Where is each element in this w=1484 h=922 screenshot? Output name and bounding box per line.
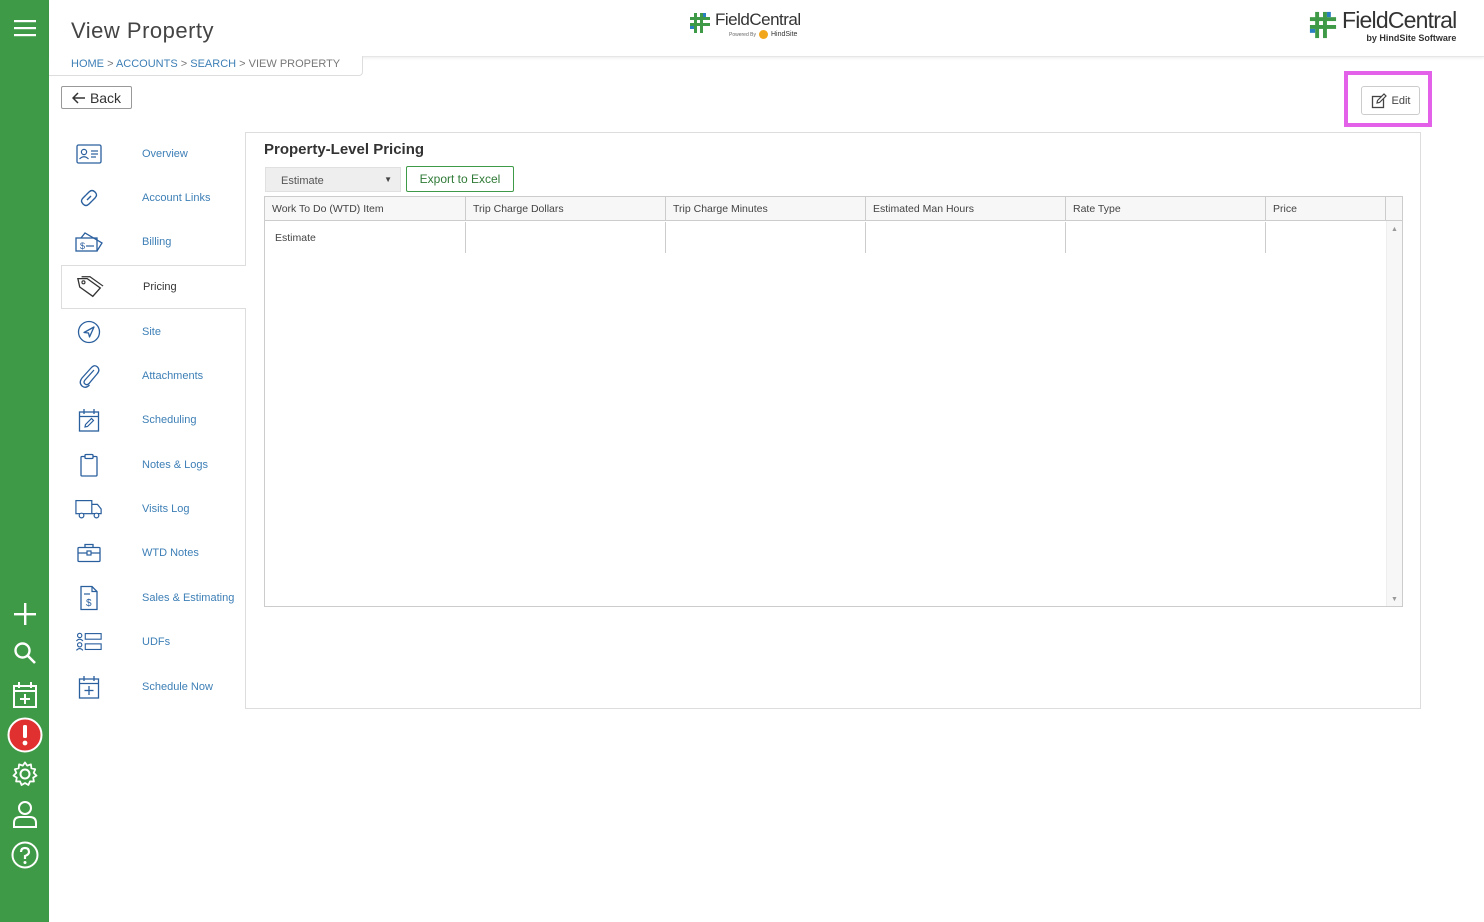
page-title: View Property: [71, 18, 215, 43]
nav-label: Schedule Now: [142, 681, 213, 693]
top-bar: View Property FieldCentral Powered By Hi…: [49, 0, 1484, 57]
logo-center-name: FieldCentral: [715, 10, 801, 29]
nav-item-billing[interactable]: $ Billing: [61, 220, 246, 264]
breadcrumb-separator: >: [180, 58, 188, 70]
arrow-left-icon: [71, 91, 85, 104]
user-fields-icon: [75, 628, 103, 656]
scroll-up-icon[interactable]: ▲: [1391, 226, 1398, 233]
nav-item-scheduling[interactable]: Scheduling: [61, 398, 246, 442]
nav-item-wtd-notes[interactable]: WTD Notes: [61, 531, 246, 575]
export-to-excel-button[interactable]: Export to Excel: [406, 166, 514, 192]
table-cell: Estimate: [265, 222, 466, 253]
logo-center-partner: HindSite: [770, 31, 798, 38]
hindsite-icon: [758, 30, 768, 39]
breadcrumb-accounts[interactable]: ACCOUNTS: [116, 58, 178, 70]
nav-label: Site: [142, 326, 161, 338]
billing-icon: $: [75, 228, 103, 256]
calendar-add-icon: [75, 673, 103, 701]
breadcrumb-separator: >: [107, 58, 114, 70]
contact-card-icon: [75, 140, 103, 168]
grid-scrollbar[interactable]: ▲ ▼: [1386, 221, 1402, 606]
logo-right-byline: by HindSite Software: [1366, 33, 1457, 43]
nav-label: Visits Log: [142, 503, 190, 515]
nav-item-account-links[interactable]: Account Links: [61, 176, 246, 220]
breadcrumb-search[interactable]: SEARCH: [190, 58, 236, 70]
nav-label: Scheduling: [142, 414, 197, 426]
nav-item-schedule-now[interactable]: Schedule Now: [61, 665, 246, 709]
nav-item-attachments[interactable]: Attachments: [61, 354, 246, 398]
table-cell: [866, 222, 1066, 253]
nav-item-sales-estimating[interactable]: $ Sales & Estimating: [61, 576, 246, 620]
pricing-grid: Work To Do (WTD) Item Trip Charge Dollar…: [264, 196, 1403, 607]
invoice-icon: $: [75, 584, 103, 612]
nav-label: Sales & Estimating: [142, 592, 235, 604]
column-header[interactable]: Estimated Man Hours: [866, 197, 1066, 221]
grid-header: Work To Do (WTD) Item Trip Charge Dollar…: [265, 197, 1402, 221]
back-button-label: Back: [89, 89, 122, 106]
truck-icon: [75, 495, 103, 523]
link-icon: [75, 184, 103, 212]
logo-right-name: FieldCentral: [1342, 7, 1457, 33]
nav-label: WTD Notes: [142, 547, 199, 559]
svg-text:$: $: [80, 241, 85, 251]
nav-label: Notes & Logs: [142, 459, 209, 471]
edit-icon: [1371, 92, 1387, 108]
nav-item-udfs[interactable]: UDFs: [61, 620, 246, 664]
nav-label: Pricing: [143, 281, 177, 293]
pricing-type-select[interactable]: Estimate ▼: [265, 167, 401, 192]
nav-label: Overview: [142, 148, 188, 160]
gear-icon[interactable]: [0, 760, 49, 788]
caret-down-icon: ▼: [384, 175, 392, 184]
menu-icon[interactable]: [0, 14, 49, 42]
nav-item-pricing[interactable]: Pricing: [61, 265, 246, 309]
calendar-add-icon[interactable]: [0, 680, 49, 710]
nav-label: Attachments: [142, 370, 204, 382]
search-icon[interactable]: [0, 639, 49, 667]
pricing-panel: Property-Level Pricing Estimate ▼ Export…: [245, 132, 1421, 709]
column-header[interactable]: Trip Charge Minutes: [666, 197, 866, 221]
app-sidebar: [0, 0, 49, 922]
breadcrumb-current: VIEW PROPERTY: [248, 58, 341, 70]
logo-center-powered: Powered By: [729, 31, 756, 38]
breadcrumb-home[interactable]: HOME: [71, 58, 104, 70]
scroll-down-icon[interactable]: ▼: [1391, 596, 1398, 603]
fieldcentral-logo-center: FieldCentral Powered By HindSite: [687, 10, 801, 39]
nav-label: UDFs: [142, 636, 171, 648]
briefcase-icon: [75, 539, 103, 567]
column-header[interactable]: Trip Charge Dollars: [466, 197, 666, 221]
price-tag-icon: [76, 273, 104, 301]
add-icon[interactable]: [0, 600, 49, 628]
svg-text:$: $: [86, 598, 92, 609]
fieldcentral-logo-right: FieldCentral by HindSite Software: [1306, 7, 1457, 43]
nav-item-overview[interactable]: Overview: [61, 132, 246, 176]
breadcrumb: HOME > ACCOUNTS > SEARCH > VIEW PROPERTY: [49, 56, 364, 76]
table-cell: [1266, 222, 1386, 253]
nav-item-site[interactable]: Site: [61, 310, 246, 354]
pricing-type-value: Estimate: [281, 175, 324, 187]
calendar-edit-icon: [75, 406, 103, 434]
table-cell: [466, 222, 666, 253]
user-icon[interactable]: [0, 799, 49, 829]
section-title: Property-Level Pricing: [264, 141, 425, 158]
nav-item-notes-logs[interactable]: Notes & Logs: [61, 443, 246, 487]
nav-item-visits-log[interactable]: Visits Log: [61, 487, 246, 531]
table-cell: [1066, 222, 1266, 253]
edit-button[interactable]: Edit: [1361, 86, 1420, 115]
alert-icon[interactable]: [0, 717, 49, 753]
clipboard-icon: [75, 451, 103, 479]
column-header[interactable]: Work To Do (WTD) Item: [265, 197, 466, 221]
help-icon[interactable]: [0, 840, 49, 870]
table-cell: [666, 222, 866, 253]
navigation-icon: [75, 318, 103, 346]
paperclip-icon: [75, 362, 103, 390]
column-header[interactable]: Rate Type: [1066, 197, 1266, 221]
edit-button-label: Edit: [1391, 94, 1411, 107]
nav-label: Account Links: [142, 192, 211, 204]
back-button[interactable]: Back: [61, 86, 132, 109]
fieldcentral-mark-icon: [1309, 11, 1337, 39]
nav-label: Billing: [142, 236, 172, 248]
column-header[interactable]: Price: [1266, 197, 1386, 221]
fieldcentral-mark-icon: [690, 13, 710, 33]
breadcrumb-separator: >: [239, 58, 246, 70]
